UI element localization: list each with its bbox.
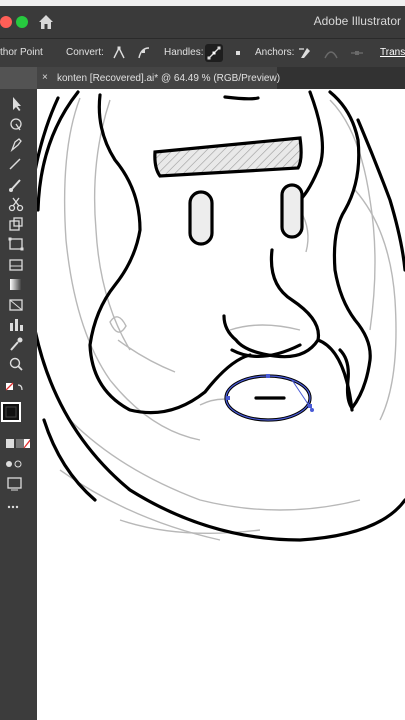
selection-tool-icon[interactable] (6, 96, 26, 112)
tool-name-label: thor Point (0, 47, 43, 58)
close-window-button[interactable] (0, 16, 12, 28)
character-artwork (37, 90, 405, 542)
document-tab-bar: × konten [Recovered].ai* @ 64.49 % (RGB/… (37, 67, 405, 89)
convert-label: Convert: (66, 47, 104, 58)
selected-mouth (224, 374, 314, 422)
top-strip (0, 0, 405, 6)
color-mode-icons[interactable] (6, 437, 32, 453)
shape-builder-tool-icon[interactable] (6, 296, 26, 312)
hide-handles-icon[interactable] (229, 44, 247, 62)
close-tab-icon[interactable]: × (42, 72, 48, 83)
pen-tool-icon[interactable] (6, 136, 26, 153)
title-bar: Adobe Illustrator (0, 0, 405, 38)
gradient-tool-icon[interactable] (6, 276, 26, 292)
remove-anchor-icon[interactable] (296, 44, 314, 62)
convert-to-corner-icon[interactable] (110, 44, 128, 62)
transform-link[interactable]: Trans (380, 47, 405, 58)
more-tools-icon[interactable] (6, 499, 26, 515)
symbol-sprayer-tool-icon[interactable] (6, 256, 26, 272)
document-tab-label: konten [Recovered].ai* @ 64.49 % (RGB/Pr… (57, 73, 281, 84)
handles-label: Handles: (164, 47, 204, 58)
app-title: Adobe Illustrator (313, 14, 401, 28)
brush-tool-icon[interactable] (6, 176, 26, 192)
drawing-modes-icon[interactable] (6, 457, 26, 473)
scale-tool-icon[interactable] (6, 216, 26, 232)
control-bar: thor Point Convert: Handles: Anchors: Tr… (0, 38, 405, 67)
document-tab[interactable]: × konten [Recovered].ai* @ 64.49 % (RGB/… (37, 67, 281, 89)
tools-panel (0, 89, 37, 720)
swap-colors-icon[interactable] (5, 381, 26, 397)
column-graph-tool-icon[interactable] (6, 316, 26, 332)
eyebrow-shape (153, 136, 303, 178)
fill-stroke-swatch[interactable] (0, 401, 22, 423)
convert-to-smooth-icon[interactable] (135, 44, 153, 62)
home-icon[interactable] (37, 13, 55, 31)
type-tool-icon[interactable] (6, 156, 26, 172)
connect-anchors-icon[interactable] (322, 44, 340, 62)
scissors-tool-icon[interactable] (6, 196, 26, 212)
anchors-label: Anchors: (255, 47, 295, 58)
direct-selection-tool-icon[interactable] (6, 116, 26, 132)
eyedropper-tool-icon[interactable] (6, 336, 26, 352)
zoom-tool-icon[interactable] (6, 356, 26, 372)
cut-path-icon[interactable] (348, 44, 366, 62)
artboard-canvas[interactable] (37, 89, 405, 720)
maximize-window-button[interactable] (16, 16, 28, 28)
screen-mode-icon[interactable] (6, 477, 26, 493)
free-transform-tool-icon[interactable] (6, 236, 26, 252)
show-handles-icon[interactable] (205, 44, 223, 62)
